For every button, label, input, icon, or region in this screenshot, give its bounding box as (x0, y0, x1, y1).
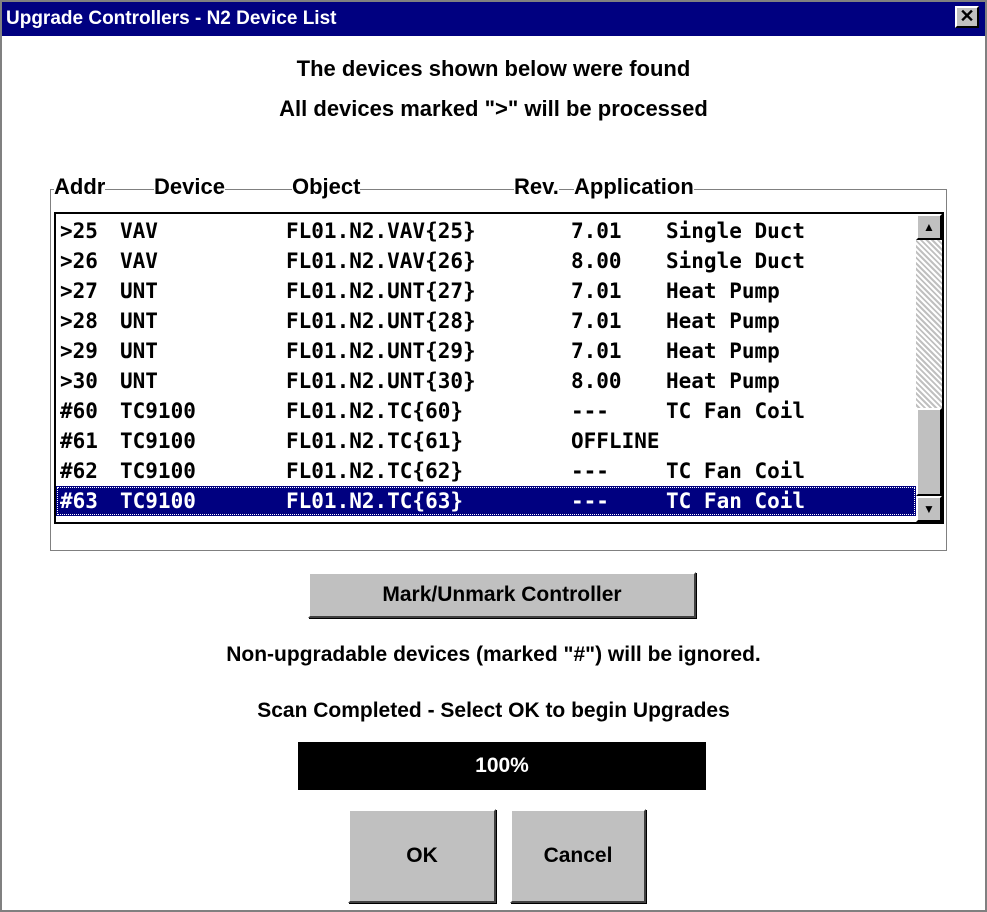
mark-unmark-button[interactable]: Mark/Unmark Controller (308, 572, 696, 618)
cell-addr: >27 (60, 279, 98, 303)
ok-button[interactable]: OK (348, 809, 496, 903)
heading-line-2: All devices marked ">" will be processed (279, 96, 708, 121)
device-listbox[interactable]: >25 VAV FL01.N2.VAV{25} 7.01 Single Duct >26 V… (54, 212, 944, 524)
list-item[interactable]: >26 VAV FL01.N2.VAV{26} 8.00 Single Duct (56, 246, 916, 276)
list-item[interactable]: #60 TC9100 FL01.N2.TC{60} --- TC Fan Coil (56, 396, 916, 426)
cell-application: Single Duct (666, 249, 806, 273)
cell-object: FL01.N2.TC{62} (286, 459, 464, 483)
cell-application: TC Fan Coil (666, 459, 806, 483)
cell-addr: #63 (60, 489, 98, 513)
cell-addr: >25 (60, 219, 98, 243)
cell-object: FL01.N2.VAV{26} (286, 249, 476, 273)
list-item[interactable]: #62 TC9100 FL01.N2.TC{62} --- TC Fan Coil (56, 456, 916, 486)
cell-rev: 8.00 (571, 369, 622, 393)
ignored-note: Non-upgradable devices (marked "#") will… (226, 643, 761, 666)
column-header-rev: Rev. (514, 174, 559, 202)
cell-rev: --- (571, 459, 609, 483)
cell-rev: 7.01 (571, 219, 622, 243)
cell-addr: >28 (60, 309, 98, 333)
cell-device: VAV (120, 249, 158, 273)
cell-object: FL01.N2.UNT{27} (286, 279, 476, 303)
title-bar[interactable]: Upgrade Controllers - N2 Device List ✕ (2, 2, 985, 36)
scan-status: Scan Completed - Select OK to begin Upgr… (257, 699, 730, 722)
scroll-up-button[interactable]: ▲ (916, 214, 942, 240)
scroll-thumb[interactable] (916, 408, 942, 496)
cell-addr: #60 (60, 399, 98, 423)
cell-object: FL01.N2.TC{63} (286, 489, 464, 513)
cell-application: Heat Pump (666, 339, 780, 363)
cell-object: FL01.N2.UNT{29} (286, 339, 476, 363)
cell-addr: >26 (60, 249, 98, 273)
vertical-scrollbar[interactable]: ▲ ▼ (916, 214, 942, 522)
cell-rev: 7.01 (571, 309, 622, 333)
list-item[interactable]: >29 UNT FL01.N2.UNT{29} 7.01 Heat Pump (56, 336, 916, 366)
cell-object: FL01.N2.UNT{30} (286, 369, 476, 393)
cell-addr: #62 (60, 459, 98, 483)
cell-device: TC9100 (120, 489, 196, 513)
progress-bar: 100% (298, 742, 706, 790)
cell-application: Single Duct (666, 219, 806, 243)
cell-object: FL01.N2.TC{60} (286, 399, 464, 423)
dialog-window: Upgrade Controllers - N2 Device List ✕ T… (0, 0, 987, 912)
column-header-addr: Addr (54, 174, 106, 202)
column-header-application: Application (574, 174, 694, 202)
heading-line-1: The devices shown below were found (296, 56, 691, 81)
close-icon: ✕ (959, 6, 975, 26)
triangle-down-icon: ▼ (923, 502, 935, 516)
cell-application: Heat Pump (666, 309, 780, 333)
cell-rev: --- (571, 489, 609, 513)
cancel-button[interactable]: Cancel (510, 809, 646, 903)
cell-object: FL01.N2.UNT{28} (286, 309, 476, 333)
cell-device: UNT (120, 339, 158, 363)
cell-application: TC Fan Coil (666, 489, 806, 513)
column-header-object: Object (292, 174, 361, 202)
cell-application: TC Fan Coil (666, 399, 806, 423)
cell-addr: #61 (60, 429, 98, 453)
scroll-down-button[interactable]: ▼ (916, 496, 942, 522)
cell-application: Heat Pump (666, 279, 780, 303)
column-header-device: Device (154, 174, 225, 202)
cell-rev: --- (571, 399, 609, 423)
triangle-up-icon: ▲ (923, 220, 935, 234)
cell-rev: 7.01 (571, 339, 622, 363)
list-item[interactable]: #63 TC9100 FL01.N2.TC{63} --- TC Fan Coil (56, 486, 916, 516)
close-button[interactable]: ✕ (955, 6, 979, 28)
cell-device: VAV (120, 219, 158, 243)
cell-object: FL01.N2.VAV{25} (286, 219, 476, 243)
list-item[interactable]: #61 TC9100 FL01.N2.TC{61} OFFLINE (56, 426, 916, 456)
device-rows: >25 VAV FL01.N2.VAV{25} 7.01 Single Duct >26 V… (56, 214, 918, 522)
cell-application: Heat Pump (666, 369, 780, 393)
cell-device: UNT (120, 279, 158, 303)
cell-object: FL01.N2.TC{61} (286, 429, 464, 453)
cell-rev: 8.00 (571, 249, 622, 273)
cell-device: UNT (120, 369, 158, 393)
cell-addr: >29 (60, 339, 98, 363)
progress-label: 100% (475, 754, 529, 777)
list-item[interactable]: >25 VAV FL01.N2.VAV{25} 7.01 Single Duct (56, 216, 916, 246)
cell-device: TC9100 (120, 399, 196, 423)
list-item[interactable]: >30 UNT FL01.N2.UNT{30} 8.00 Heat Pump (56, 366, 916, 396)
cell-addr: >30 (60, 369, 98, 393)
cell-device: TC9100 (120, 429, 196, 453)
list-item[interactable]: >28 UNT FL01.N2.UNT{28} 7.01 Heat Pump (56, 306, 916, 336)
window-title: Upgrade Controllers - N2 Device List (6, 8, 337, 29)
cell-device: TC9100 (120, 459, 196, 483)
cell-device: UNT (120, 309, 158, 333)
list-item[interactable]: >27 UNT FL01.N2.UNT{27} 7.01 Heat Pump (56, 276, 916, 306)
cell-rev: 7.01 (571, 279, 622, 303)
cell-rev: OFFLINE (571, 429, 660, 453)
